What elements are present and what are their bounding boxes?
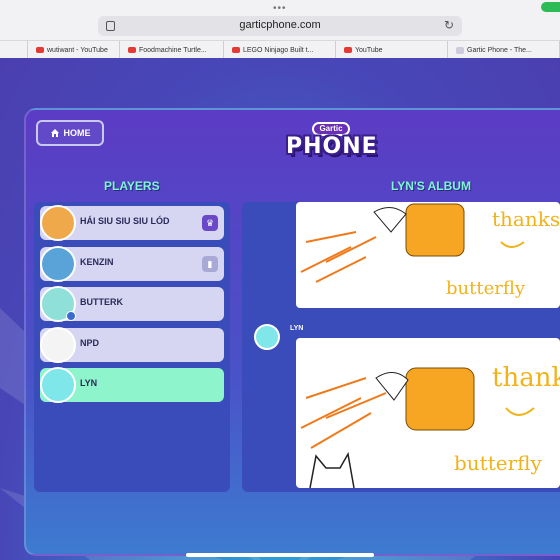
stats-icon[interactable]: ▮ [202, 256, 218, 272]
player-avatar [40, 246, 76, 282]
player-row-active[interactable]: LYN [40, 367, 224, 403]
author-avatar [254, 324, 280, 350]
drawing-card-2: thanks butterfly [296, 338, 560, 488]
player-name: NPD [80, 338, 100, 348]
author-name: LYN [290, 325, 304, 332]
tab-4[interactable]: YouTube [336, 41, 448, 59]
home-icon [50, 129, 59, 137]
status-pill [541, 2, 560, 12]
player-name: KENZIN [80, 257, 114, 267]
player-row[interactable]: NPD [40, 327, 224, 363]
home-indicator[interactable] [186, 553, 374, 557]
home-button[interactable]: HOME [36, 120, 104, 146]
tab-3[interactable]: LEGO Ninjago Built t... [224, 41, 336, 59]
youtube-icon [128, 47, 136, 53]
drawing-image: thanks butterfly [300, 363, 560, 488]
players-title: PLAYERS [104, 179, 160, 193]
youtube-icon [36, 47, 44, 53]
tab-2[interactable]: Foodmachine Turtle... [120, 41, 224, 59]
browser-chrome: ••• garticphone.com ↻ wutiwant - YouTube… [0, 0, 560, 59]
drawing-text: butterfly [446, 278, 526, 299]
player-row[interactable]: HÁI SIU SIU SIU LÓD ♛ [40, 205, 224, 241]
tab-5[interactable]: Gartic Phone - The... [448, 41, 560, 59]
drawing-text: butterfly [454, 451, 542, 475]
player-avatar [40, 367, 76, 403]
garticphone-icon [456, 46, 464, 54]
home-label: HOME [63, 128, 91, 138]
drawing-text: thanks [492, 363, 560, 393]
player-name: HÁI SIU SIU SIU LÓD [80, 216, 170, 226]
tab-partial[interactable] [0, 41, 28, 59]
player-name: BUTTERK [80, 297, 123, 307]
reload-icon[interactable]: ↻ [444, 18, 454, 32]
player-avatar [40, 327, 76, 363]
drawing-image: thanks butterfly [300, 203, 560, 299]
player-name: LYN [80, 378, 98, 388]
tab-1[interactable]: wutiwant - YouTube [28, 41, 120, 59]
youtube-icon [232, 47, 240, 53]
user-badge-icon [66, 311, 76, 321]
tab-bar: wutiwant - YouTube Foodmachine Turtle...… [0, 40, 560, 59]
drawing-text: thanks [492, 207, 560, 231]
player-row[interactable]: KENZIN ▮ [40, 246, 224, 282]
album-title: LYN'S ALBUM [391, 179, 471, 193]
drawing-card-1: thanks butterfly [296, 202, 560, 308]
player-avatar [40, 205, 76, 241]
address-bar[interactable]: garticphone.com ↻ [98, 16, 462, 36]
youtube-icon [344, 47, 352, 53]
logo-phone-text: PHONE [286, 134, 378, 159]
player-row[interactable]: BUTTERK [40, 286, 224, 322]
gartic-phone-logo: Gartic PHONE [286, 120, 378, 172]
url-text: garticphone.com [239, 19, 321, 31]
crown-icon: ♛ [202, 215, 218, 231]
more-dots-icon[interactable]: ••• [273, 3, 287, 14]
